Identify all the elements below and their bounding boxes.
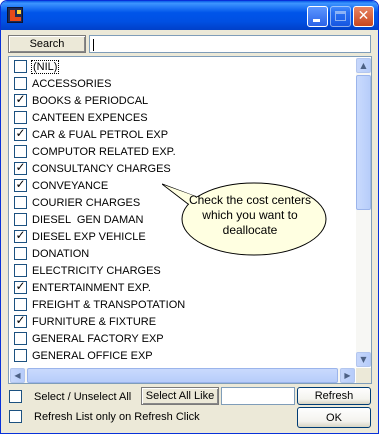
- list-item-label: DONATION: [32, 247, 90, 260]
- search-button-label: Search: [29, 38, 65, 50]
- close-button[interactable]: ✕: [353, 6, 374, 27]
- title-bar[interactable]: ✕: [1, 1, 378, 30]
- list-item-label: FREIGHT & TRANSPOTATION: [32, 298, 186, 311]
- scroll-corner: [356, 368, 371, 383]
- list-item-checkbox[interactable]: ✓: [14, 145, 27, 158]
- list-item-label: ENTERTAINMENT EXP.: [32, 281, 151, 294]
- scroll-up-button[interactable]: ▲: [356, 58, 371, 73]
- select-all-like-button[interactable]: Select All Like: [141, 387, 219, 405]
- list-item-checkbox[interactable]: ✓: [14, 264, 27, 277]
- list-item-checkbox[interactable]: ✓: [14, 111, 27, 124]
- list-item-label: BOOKS & PERIODCAL: [32, 94, 149, 107]
- check-icon: ✓: [15, 228, 26, 242]
- list-item-checkbox[interactable]: ✓: [14, 247, 27, 260]
- scroll-right-icon: ▶: [344, 371, 351, 380]
- refresh-on-click-checkbox[interactable]: Refresh List only on Refresh Click: [9, 410, 200, 423]
- list-item-checkbox[interactable]: ✓: [14, 313, 27, 328]
- help-tooltip: Check the cost centers which you want to…: [162, 181, 329, 258]
- list-item-label: CONSULTANCY CHARGES: [32, 162, 171, 175]
- tooltip-text: Check the cost centers which you want to…: [188, 193, 312, 237]
- refresh-only-label: Refresh List only on Refresh Click: [34, 410, 200, 423]
- list-item-label: ACCESSORIES: [32, 77, 112, 90]
- list-item-checkbox[interactable]: ✓: [14, 196, 27, 209]
- list-item-label: COURIER CHARGES: [32, 196, 141, 209]
- list-item[interactable]: ✓ ACCESSORIES: [11, 75, 351, 92]
- list-item-label: CANTEEN EXPENCES: [32, 111, 148, 124]
- list-item-label: GENERAL OFFICE EXP: [32, 349, 153, 362]
- list-item-checkbox[interactable]: ✓: [14, 160, 27, 175]
- list-item-checkbox[interactable]: ✓: [14, 126, 27, 141]
- search-button[interactable]: Search: [8, 35, 86, 53]
- list-item-checkbox[interactable]: ✓: [14, 60, 27, 73]
- refresh-only-checkbox-box[interactable]: [9, 410, 22, 423]
- list-item[interactable]: ✓ GENERAL OFFICE EXP: [11, 347, 351, 364]
- check-icon: ✓: [15, 279, 26, 293]
- list-item[interactable]: ✓ CANTEEN EXPENCES: [11, 109, 351, 126]
- list-item[interactable]: ✓ FURNITURE & FIXTURE: [11, 313, 351, 330]
- list-item-checkbox[interactable]: ✓: [14, 213, 27, 226]
- scroll-left-button[interactable]: ◀: [10, 368, 25, 383]
- scroll-right-button[interactable]: ▶: [340, 368, 355, 383]
- check-icon: ✓: [15, 160, 26, 174]
- list-item-label: COMPUTOR RELATED EXP.: [32, 145, 176, 158]
- list-item-label: CAR & FUAL PETROL EXP: [32, 128, 169, 141]
- list-item[interactable]: ✓ CAR & FUAL PETROL EXP: [11, 126, 351, 143]
- list-item-checkbox[interactable]: ✓: [14, 92, 27, 107]
- list-item-label: (NIL): [30, 59, 60, 74]
- minimize-icon: [313, 19, 320, 22]
- check-icon: ✓: [15, 313, 26, 327]
- select-all-like-label: Select All Like: [145, 390, 215, 402]
- list-item-checkbox[interactable]: ✓: [14, 332, 27, 345]
- cost-center-dialog: ✕ Search ✓(NIL)✓ACCESSORIES✓BOOKS & PERI…: [0, 0, 379, 434]
- app-icon: [7, 7, 23, 23]
- select-all-label: Select / Unselect All: [34, 390, 132, 403]
- list-item-label: ELECTRICITY CHARGES: [32, 264, 161, 277]
- list-item[interactable]: ✓ CONSULTANCY CHARGES: [11, 160, 351, 177]
- list-item[interactable]: ✓ ENTERTAINMENT EXP.: [11, 279, 351, 296]
- ok-button[interactable]: OK: [297, 407, 371, 428]
- horizontal-scroll-thumb[interactable]: [27, 368, 338, 383]
- list-item[interactable]: ✓ GENERAL FACTORY EXP: [11, 330, 351, 347]
- select-unselect-all-checkbox[interactable]: Select / Unselect All: [9, 390, 131, 403]
- select-like-input[interactable]: [221, 387, 295, 405]
- list-item-label: FURNITURE & FIXTURE: [32, 315, 157, 328]
- scroll-down-button[interactable]: ▼: [356, 352, 371, 367]
- list-item-label: DIESEL EXP VEHICLE: [32, 230, 146, 243]
- list-item-checkbox[interactable]: ✓: [14, 298, 27, 311]
- vertical-scrollbar[interactable]: ▲ ▼: [356, 58, 371, 367]
- list-item[interactable]: ✓ COMPUTOR RELATED EXP.: [11, 143, 351, 160]
- list-item-checkbox[interactable]: ✓: [14, 77, 27, 90]
- list-item-checkbox[interactable]: ✓: [14, 349, 27, 362]
- list-item-label: GENERAL FACTORY EXP: [32, 332, 164, 345]
- horizontal-scrollbar[interactable]: ◀ ▶: [10, 368, 355, 383]
- list-item[interactable]: ✓ BOOKS & PERIODCAL: [11, 92, 351, 109]
- text-caret: [93, 39, 94, 51]
- list-item[interactable]: ✓(NIL): [11, 58, 351, 75]
- select-all-checkbox-box[interactable]: [9, 390, 22, 403]
- list-item-label: CONVEYANCE: [32, 179, 109, 192]
- minimize-button[interactable]: [307, 6, 328, 27]
- check-icon: ✓: [15, 92, 26, 106]
- ok-button-label: OK: [326, 411, 342, 424]
- refresh-button[interactable]: Refresh: [297, 387, 371, 405]
- check-icon: ✓: [15, 126, 26, 140]
- vertical-scroll-thumb[interactable]: [356, 75, 371, 210]
- list-item[interactable]: ✓ ELECTRICITY CHARGES: [11, 262, 351, 279]
- scroll-left-icon: ◀: [14, 371, 21, 380]
- list-item-checkbox[interactable]: ✓: [14, 279, 27, 294]
- list-item-checkbox[interactable]: ✓: [14, 228, 27, 243]
- refresh-button-label: Refresh: [314, 390, 354, 402]
- close-icon: ✕: [357, 8, 370, 24]
- scroll-up-icon: ▲: [360, 61, 367, 70]
- search-input[interactable]: [89, 35, 371, 53]
- list-item-label: DIESEL GEN DAMAN: [32, 213, 144, 226]
- list-item-checkbox[interactable]: ✓: [14, 177, 27, 192]
- maximize-button: [330, 6, 351, 27]
- list-item[interactable]: ✓ FREIGHT & TRANSPOTATION: [11, 296, 351, 313]
- scroll-down-icon: ▼: [360, 355, 367, 364]
- check-icon: ✓: [15, 177, 26, 191]
- maximize-icon: [335, 11, 346, 21]
